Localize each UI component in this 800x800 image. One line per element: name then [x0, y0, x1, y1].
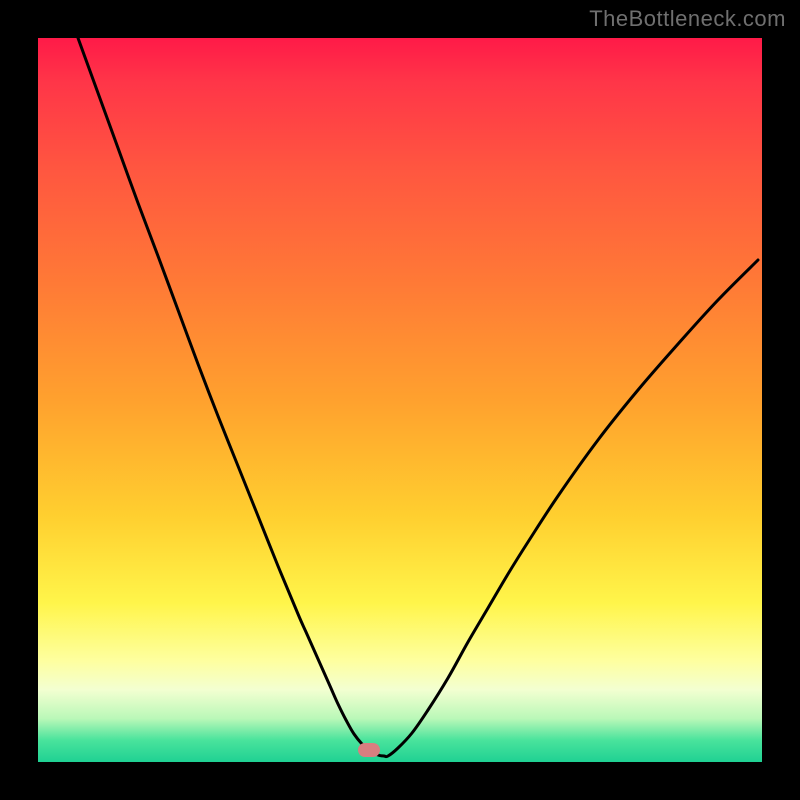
plot-area: [38, 38, 762, 762]
chart-frame: TheBottleneck.com: [0, 0, 800, 800]
watermark-text: TheBottleneck.com: [589, 6, 786, 32]
curve-svg: [38, 38, 762, 762]
bottleneck-curve: [78, 38, 758, 757]
minimum-marker: [358, 743, 380, 757]
